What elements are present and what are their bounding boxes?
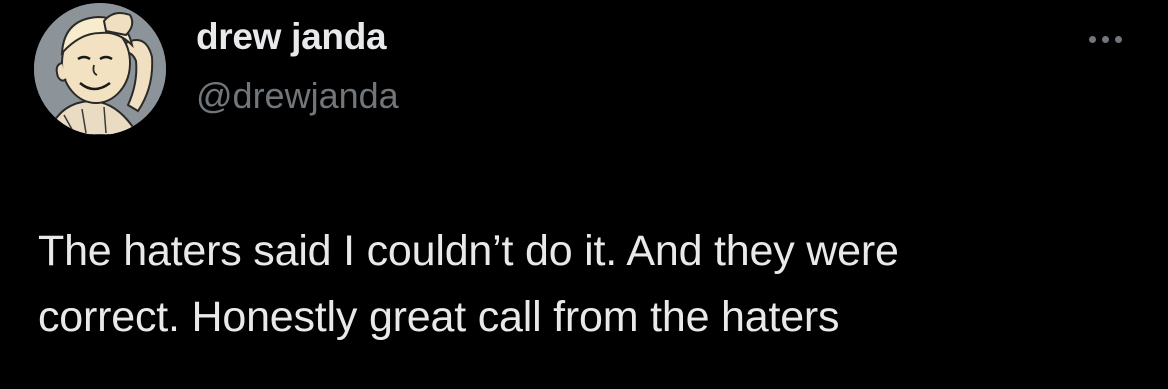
more-options-button[interactable] [1080,24,1130,54]
avatar[interactable] [34,3,166,135]
more-horizontal-icon [1088,35,1096,43]
more-horizontal-icon [1114,35,1122,43]
tweet-card: drew janda @drewjanda The haters said I … [0,0,1168,389]
tweet-text-line: The haters said I couldn’t do it. And th… [38,227,899,275]
cartoon-boy-avatar-icon [34,3,166,135]
user-handle[interactable]: @drewjanda [196,75,399,117]
tweet-text-line: correct. Honestly great call from the ha… [38,293,840,341]
tweet-text: The haters said I couldn’t do it. And th… [38,218,1138,350]
display-name[interactable]: drew janda [196,16,387,58]
more-horizontal-icon [1101,35,1109,43]
